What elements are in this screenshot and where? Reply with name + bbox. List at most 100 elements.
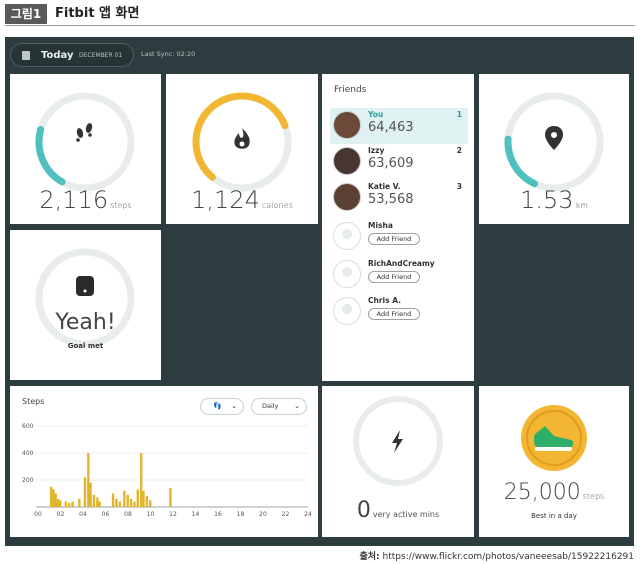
friend-rank: 1 [456, 110, 462, 119]
step-bar [149, 500, 152, 507]
add-friend-button[interactable]: Add Friend [368, 271, 420, 283]
steps-bar-chart: 600 400 200 00 02 04 06 08 10 12 14 16 18 20 22 24 [22, 423, 312, 518]
step-bar [98, 501, 101, 507]
step-bar [136, 489, 140, 507]
today-label: Today [41, 50, 74, 61]
step-bar [78, 498, 81, 507]
friend-rank: 3 [456, 182, 462, 191]
x-tick-label: 24 [304, 511, 312, 518]
calendar-icon [22, 51, 30, 60]
step-bar [56, 498, 60, 507]
step-bar [87, 453, 90, 507]
distance-tile[interactable]: 1.53 km [479, 74, 629, 224]
step-bar [126, 494, 129, 507]
x-tick-label: 00 [34, 511, 42, 518]
best-value: 25,000 steps [503, 480, 605, 505]
step-bar [133, 501, 136, 507]
friend-name: Misha [368, 221, 393, 230]
friend-score: 64,463 [368, 120, 414, 135]
goal-tile[interactable]: Yeah! Goal met [10, 230, 161, 380]
friend-rank: 2 [456, 146, 462, 155]
step-bar [54, 493, 57, 507]
step-bar [71, 501, 74, 507]
avatar-placeholder [333, 222, 361, 250]
footprints-icon [76, 123, 93, 142]
avatar [333, 183, 361, 211]
figure-header: 그림1 Fitbit 앱 화면 [5, 4, 635, 26]
friend-row[interactable]: You 64,463 1 [330, 108, 468, 144]
x-tick-label: 18 [237, 511, 245, 518]
friend-name: Izzy [368, 146, 385, 155]
step-bar [59, 500, 62, 507]
friend-score: 63,609 [368, 156, 414, 171]
friend-row: RichAndCreamy Add Friend [330, 257, 468, 293]
active-minutes-tile[interactable]: 0 very active mins [322, 386, 474, 537]
steps-chart-tile: Steps 👣 ⌄ Daily ⌄ 600 400 200 00 02 04 06 08 10 1… [10, 386, 318, 537]
goal-ring [35, 248, 135, 348]
last-sync-label: Last Sync: 02:20 [141, 50, 196, 58]
step-bar [92, 494, 96, 507]
x-tick-label: 22 [282, 511, 290, 518]
friend-name: RichAndCreamy [368, 259, 435, 268]
lightning-icon [392, 430, 403, 453]
friend-name: Chris A. [368, 296, 401, 305]
step-bar [50, 486, 53, 507]
friend-row: Chris A. Add Friend [330, 294, 468, 330]
x-tick-label: 20 [259, 511, 267, 518]
source-credit: 출처: https://www.flickr.com/photos/vaneee… [359, 552, 634, 562]
active-minutes-value: 0 very active mins [356, 498, 440, 523]
step-bar [145, 496, 149, 507]
friends-title: Friends [334, 85, 367, 95]
step-bar [83, 477, 87, 507]
calories-value: 1,124 calories [191, 186, 293, 214]
step-bar [89, 482, 92, 507]
steps-tile[interactable]: 2,116 steps [10, 74, 161, 224]
x-tick-label: 14 [192, 511, 200, 518]
add-friend-button[interactable]: Add Friend [368, 233, 420, 245]
avatar [333, 111, 361, 139]
friend-score: 53,568 [368, 192, 414, 207]
best-in-a-day-tile[interactable]: 25,000 steps Best in a day [479, 386, 629, 537]
friend-name: You [368, 110, 384, 119]
step-bar [142, 490, 145, 507]
x-tick-label: 16 [214, 511, 222, 518]
step-bar [129, 498, 133, 507]
friend-row[interactable]: Katie V. 53,568 3 [330, 180, 468, 216]
add-friend-button[interactable]: Add Friend [368, 308, 420, 320]
fitbit-dashboard: Today DECEMBER 01 Last Sync: 02:20 2,116… [5, 37, 634, 546]
date-label: DECEMBER 01 [79, 52, 123, 59]
avatar [333, 147, 361, 175]
distance-value: 1.53 km [520, 186, 588, 214]
x-tick-label: 02 [57, 511, 65, 518]
goal-caption: Goal met [67, 342, 104, 350]
step-bar [68, 502, 71, 507]
step-bar [96, 497, 99, 507]
x-tick-label: 12 [169, 511, 177, 518]
calories-tile[interactable]: 1,124 calories [166, 74, 318, 224]
location-pin-icon [545, 126, 563, 150]
x-tick-label: 10 [147, 511, 155, 518]
step-bar [169, 488, 172, 507]
avatar-placeholder [333, 297, 361, 325]
friend-name: Katie V. [368, 182, 401, 191]
figure-title: Fitbit 앱 화면 [55, 6, 140, 21]
date-selector[interactable]: Today DECEMBER 01 [10, 43, 134, 67]
x-tick-label: 08 [124, 511, 132, 518]
y-tick-label: 200 [22, 477, 34, 484]
friends-tile: Friends You 64,463 1 Izzy 63,609 2 Katie… [322, 74, 474, 381]
y-tick-label: 400 [22, 450, 34, 457]
step-bar [140, 453, 143, 507]
fitbit-device-icon [76, 276, 94, 296]
figure-tag: 그림1 [5, 4, 47, 24]
step-bar [118, 501, 122, 507]
x-tick-label: 06 [102, 511, 110, 518]
y-tick-label: 600 [22, 423, 34, 430]
step-bar [123, 490, 126, 507]
goal-headline: Yeah! [55, 310, 116, 335]
best-caption: Best in a day [531, 512, 577, 520]
step-bar [115, 498, 118, 507]
step-bar [111, 493, 115, 507]
avatar-placeholder [333, 260, 361, 288]
flame-icon [234, 128, 250, 149]
friend-row[interactable]: Izzy 63,609 2 [330, 144, 468, 180]
